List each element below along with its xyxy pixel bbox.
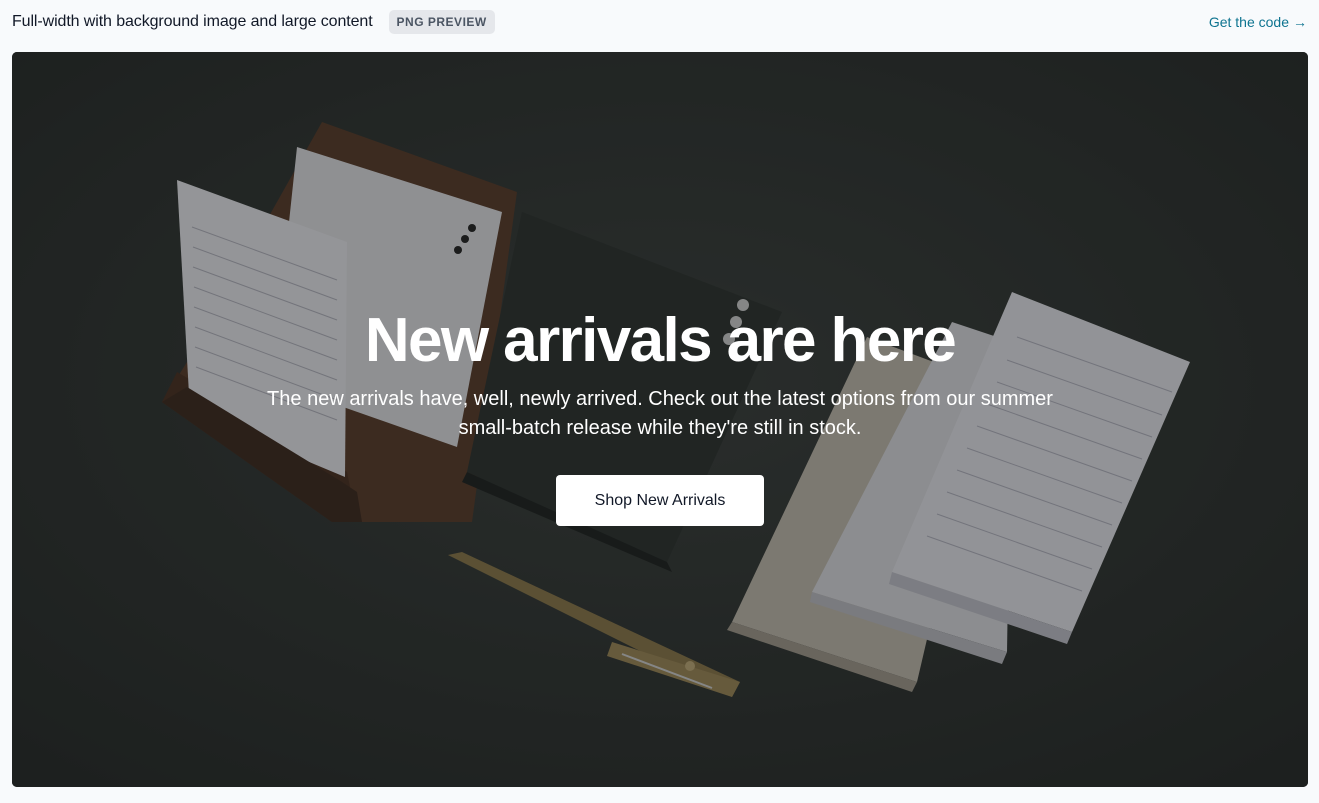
hero-content: New arrivals are here The new arrivals h…: [12, 52, 1308, 787]
get-the-code-label: Get the code: [1208, 14, 1289, 30]
shop-new-arrivals-button[interactable]: Shop New Arrivals: [556, 475, 764, 526]
png-preview-badge: PNG PREVIEW: [388, 10, 495, 34]
hero-section: New arrivals are here The new arrivals h…: [12, 52, 1308, 787]
get-the-code-link[interactable]: Get the code →: [1209, 14, 1307, 30]
preview-title: Full-width with background image and lar…: [12, 13, 373, 30]
hero-headline: New arrivals are here: [364, 306, 957, 375]
arrow-right-icon: →: [1293, 14, 1307, 30]
preview-header: Full-width with background image and lar…: [0, 0, 1319, 44]
hero-subtext: The new arrivals have, well, newly arriv…: [267, 388, 1053, 439]
